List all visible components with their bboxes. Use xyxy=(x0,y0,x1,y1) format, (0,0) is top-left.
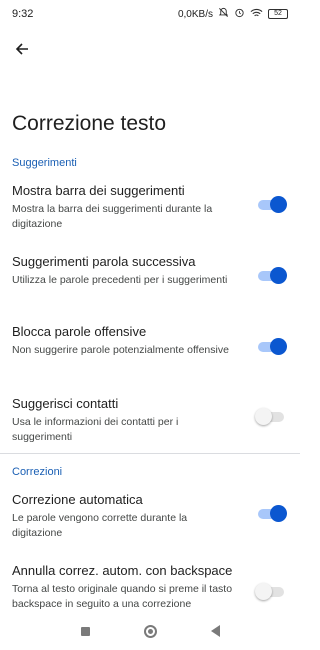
toggle-switch[interactable] xyxy=(255,408,286,425)
pref-summary: Non suggerire parole potenzialmente offe… xyxy=(12,344,229,356)
battery-icon: 52 xyxy=(268,9,288,19)
toggle-switch[interactable] xyxy=(255,583,286,600)
pref-undo-autocorrect-backspace[interactable]: Annulla correz. autom. con backspace Tor… xyxy=(0,563,300,618)
pref-summary: Utilizza le parole precedenti per i sugg… xyxy=(12,274,228,286)
pref-next-word-suggestions[interactable]: Suggerimenti parola successiva Utilizza … xyxy=(0,254,300,304)
pref-block-offensive-words[interactable]: Blocca parole offensive Non suggerire pa… xyxy=(0,324,300,374)
back-button[interactable] xyxy=(8,37,36,65)
pref-title: Correzione automatica xyxy=(12,492,143,507)
pref-title: Mostra barra dei suggerimenti xyxy=(12,183,185,198)
net-speed: 0,0KB/s xyxy=(177,8,213,20)
status-icons: 0,0KB/s 52 xyxy=(178,7,288,21)
page-title: Correzione testo xyxy=(12,112,167,135)
pref-show-suggestion-bar[interactable]: Mostra barra dei suggerimenti Mostra la … xyxy=(0,183,300,233)
pref-title: Annulla correz. autom. con backspace xyxy=(12,563,233,578)
back-triangle-icon[interactable] xyxy=(210,625,220,637)
pref-auto-correction[interactable]: Correzione automatica Le parole vengono … xyxy=(0,492,300,542)
section-divider xyxy=(0,453,300,454)
pref-summary: Mostra la barra dei suggerimenti durante… xyxy=(12,203,213,230)
system-navigation-bar xyxy=(0,612,300,650)
toggle-switch[interactable] xyxy=(256,338,287,355)
pref-summary: Le parole vengono corrette durante la di… xyxy=(12,512,188,539)
status-time: 9:32 xyxy=(12,8,34,20)
toggle-switch[interactable] xyxy=(256,196,287,213)
section-header-correzioni: Correzioni xyxy=(12,466,63,478)
arrow-back-icon xyxy=(14,41,30,62)
status-bar: 9:32 0,0KB/s 52 xyxy=(0,0,300,28)
toggle-switch[interactable] xyxy=(256,267,287,284)
wifi-icon xyxy=(250,8,263,21)
recents-square-icon[interactable] xyxy=(80,626,90,636)
toggle-switch[interactable] xyxy=(256,505,287,522)
notifications-off-icon xyxy=(218,7,229,21)
pref-suggest-contacts[interactable]: Suggerisci contatti Usa le informazioni … xyxy=(0,396,300,446)
section-header-suggerimenti: Suggerimenti xyxy=(12,157,77,169)
pref-title: Blocca parole offensive xyxy=(12,324,147,339)
pref-summary: Usa le informazioni dei contatti per i s… xyxy=(12,416,179,443)
home-circle-icon[interactable] xyxy=(143,624,157,638)
pref-title: Suggerisci contatti xyxy=(12,396,119,411)
pref-title: Suggerimenti parola successiva xyxy=(12,254,196,269)
alarm-icon xyxy=(234,7,245,21)
